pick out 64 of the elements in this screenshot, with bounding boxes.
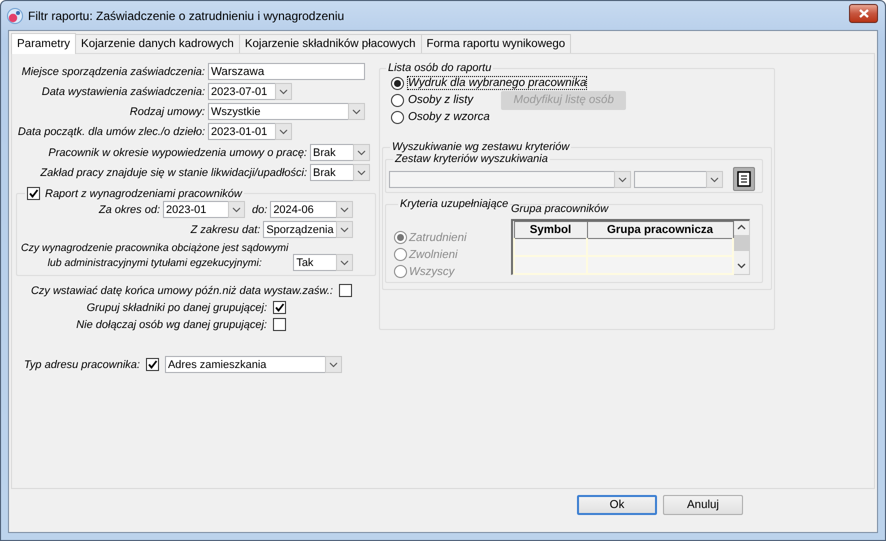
checkbox[interactable] xyxy=(146,358,159,371)
caret-icon[interactable] xyxy=(324,356,342,373)
input-field[interactable]: Warszawa xyxy=(208,63,365,80)
tab[interactable]: Forma raportu wynikowego xyxy=(420,34,572,53)
table-title: Grupa pracowników xyxy=(511,203,610,215)
close-icon xyxy=(858,9,870,18)
field-label: Data początk. dla umów zlec./o dzieło: xyxy=(16,126,205,138)
group-title: Kryteria uzupełniające xyxy=(400,198,508,210)
caret-icon[interactable] xyxy=(275,83,292,100)
dropdown[interactable]: Wszystkie xyxy=(208,103,365,120)
dialog-button[interactable]: Ok xyxy=(577,495,657,515)
field-label: Data wystawienia zaświadczenia: xyxy=(40,86,205,98)
option-label: Nie dołączaj osób wg danej grupującej: xyxy=(76,318,267,330)
dropdown[interactable]: Tak xyxy=(293,254,354,271)
close-button[interactable] xyxy=(849,4,878,23)
group-title: Lista osób do raportu xyxy=(388,62,492,74)
field-label: do: xyxy=(252,204,268,216)
option-label: Czy wstawiać datę końca umowy późn.niż data wystaw.zaśw.: xyxy=(30,284,333,296)
field-label: Pracownik w okresie wypowiedzenia umowy o pracę: xyxy=(48,146,307,158)
caret-icon[interactable] xyxy=(228,201,246,218)
caret-icon[interactable] xyxy=(353,144,370,161)
caret-icon[interactable] xyxy=(614,170,631,188)
field-label: Z zakresu dat: xyxy=(190,224,260,236)
document-button[interactable] xyxy=(733,167,755,191)
radio-button[interactable] xyxy=(391,110,404,124)
group-title: Raport z wynagrodzeniami pracowników xyxy=(45,188,242,200)
field-label: Czy wynagrodzenie pracownika obciążone jest sądowymi lub administracyjnymi tytułami egzekucyjnymi: xyxy=(21,241,288,271)
dropdown[interactable]: 2024-06 xyxy=(270,201,354,218)
radio-label[interactable]: Osoby z wzorca xyxy=(408,111,490,123)
caret-icon[interactable] xyxy=(353,164,370,181)
caret-icon[interactable] xyxy=(348,103,365,120)
dialog-button[interactable]: Anuluj xyxy=(663,495,743,515)
field-label: Typ adresu pracownika: xyxy=(24,358,140,370)
checkbox[interactable] xyxy=(27,187,40,200)
dropdown[interactable]: Adres zamieszkania xyxy=(164,356,342,373)
caret-icon[interactable] xyxy=(336,201,354,218)
radio-button[interactable] xyxy=(391,76,404,90)
app-icon xyxy=(7,8,23,24)
document-icon xyxy=(737,171,751,187)
checkbox[interactable] xyxy=(339,284,352,297)
option-label: Grupuj składniki po danej grupującej: xyxy=(86,302,267,314)
field-label: Rodzaj umowy: xyxy=(128,106,205,118)
dropdown[interactable]: 2023-01 xyxy=(163,201,246,218)
caret-icon[interactable] xyxy=(275,123,292,140)
dropdown[interactable]: 2023-07-01 xyxy=(208,83,292,100)
dropdown[interactable]: Brak xyxy=(310,164,370,181)
checkbox[interactable] xyxy=(273,301,286,314)
window-title: Filtr raportu: Zaświadczenie o zatrudnieniu i wynagrodzeniu xyxy=(28,8,346,22)
field-label: Zakład pracy znajduje się w stanie likwidacji/upadłości: xyxy=(40,166,307,178)
checkbox[interactable] xyxy=(273,318,286,331)
caret-icon[interactable] xyxy=(336,221,354,238)
caret-icon[interactable] xyxy=(706,170,723,188)
dropdown[interactable]: Brak xyxy=(310,144,370,161)
radio-label[interactable]: Wydruk dla wybranego pracownika xyxy=(408,77,586,89)
dropdown[interactable]: Sporządzenia xyxy=(263,221,354,238)
field-label: Za okres od: xyxy=(98,204,160,216)
group-title: Wyszukiwanie wg zestawu kryteriów xyxy=(392,141,570,153)
tab[interactable]: Parametry xyxy=(11,33,76,54)
caret-icon[interactable] xyxy=(336,254,354,271)
dropdown[interactable]: 2023-01-01 xyxy=(208,123,292,140)
group-title: Zestaw kryteriów wyszukiwania xyxy=(395,153,548,165)
field-label: Miejsce sporządzenia zaświadczenia: xyxy=(20,66,205,78)
radio-label[interactable]: Osoby z listy xyxy=(408,94,474,106)
radio-button[interactable] xyxy=(391,94,404,106)
